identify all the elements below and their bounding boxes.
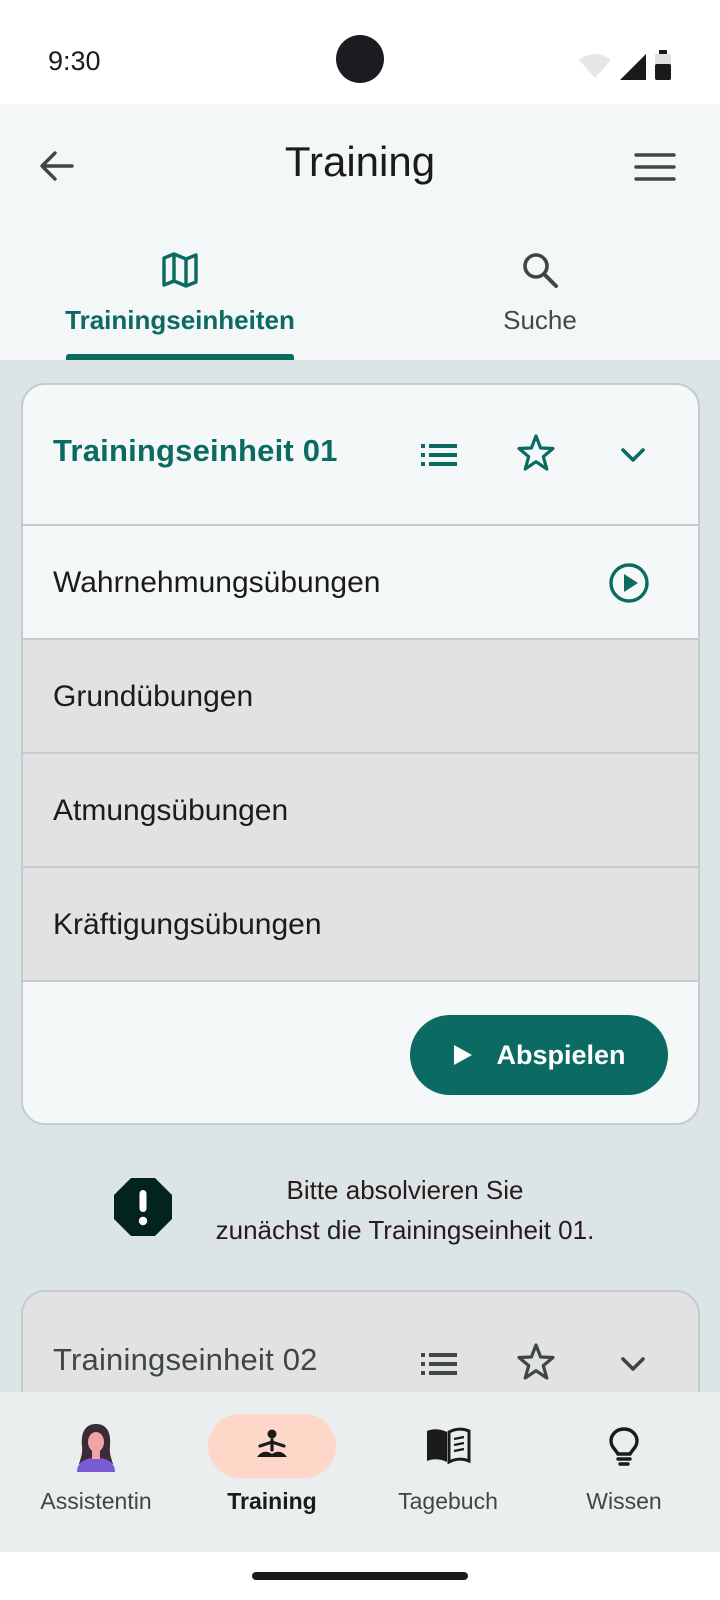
- card-title: Trainingseinheit 02: [53, 1342, 318, 1377]
- training-unit-card: Trainingseinheit 01 Wahrnehmungsübungen …: [21, 383, 700, 1125]
- chevron-down-icon[interactable]: [613, 1344, 653, 1384]
- chevron-down-icon[interactable]: [613, 435, 653, 475]
- list-icon[interactable]: [419, 435, 459, 475]
- status-time: 9:30: [48, 46, 101, 76]
- nav-label: Assistentin: [40, 1488, 152, 1514]
- list-icon[interactable]: [419, 1344, 459, 1384]
- nav-item-tagebuch[interactable]: Tagebuch: [360, 1414, 536, 1515]
- card-footer: Abspielen: [23, 982, 698, 1123]
- assistant-avatar-icon: [77, 1424, 115, 1472]
- nav-pill: [208, 1414, 336, 1478]
- bottom-navigation: Assistentin Training Tagebuch Wissen: [0, 1392, 720, 1552]
- nav-label: Training: [227, 1488, 317, 1514]
- nav-item-assistentin[interactable]: Assistentin: [8, 1414, 184, 1515]
- search-icon: [523, 253, 558, 288]
- exercise-row: Grundübungen: [23, 640, 698, 754]
- play-icon: [454, 1045, 473, 1065]
- gesture-area: [0, 1552, 720, 1600]
- exercise-row[interactable]: Wahrnehmungsübungen: [23, 526, 698, 640]
- exercise-label: Atmungsübungen: [53, 794, 289, 827]
- nav-item-wissen[interactable]: Wissen: [536, 1414, 712, 1515]
- notice-line: zunächst die Trainingseinheit 01.: [215, 1215, 595, 1245]
- tab-suche[interactable]: Suche: [400, 250, 680, 360]
- page-title: Training: [284, 138, 436, 185]
- locked-notice: Bitte absolvieren Sie zunächst die Train…: [0, 1170, 720, 1260]
- home-gesture-bar[interactable]: [252, 1572, 468, 1580]
- notice-text: Bitte absolvieren Sie zunächst die Train…: [190, 1170, 620, 1250]
- tab-label: Suche: [503, 305, 577, 335]
- wifi-icon: [579, 54, 611, 78]
- alert-octagon-icon: [114, 1178, 172, 1236]
- tab-trainingseinheiten[interactable]: Trainingseinheiten: [40, 250, 320, 360]
- exercise-label: Grundübungen: [53, 680, 254, 713]
- nav-pill: [560, 1414, 688, 1478]
- nav-label: Wissen: [586, 1488, 662, 1514]
- star-icon[interactable]: [516, 1342, 556, 1382]
- book-icon: [427, 1427, 471, 1465]
- map-icon: [162, 252, 198, 288]
- nav-label: Tagebuch: [398, 1488, 498, 1514]
- play-circle-icon[interactable]: [608, 562, 650, 604]
- nav-item-training[interactable]: Training: [184, 1414, 360, 1515]
- card-header[interactable]: Trainingseinheit 01: [23, 385, 698, 526]
- status-icons: [578, 50, 672, 80]
- exercise-label: Wahrnehmungsübungen: [53, 566, 381, 599]
- status-bar: 9:30: [0, 0, 720, 104]
- battery-icon: [655, 50, 671, 80]
- menu-icon[interactable]: [634, 150, 676, 184]
- exercise-row: Atmungsübungen: [23, 754, 698, 868]
- meditation-icon: [257, 1429, 287, 1457]
- tab-indicator: [66, 354, 294, 360]
- play-button-label: Abspielen: [496, 1039, 626, 1070]
- star-icon[interactable]: [516, 433, 556, 473]
- nav-pill: [32, 1414, 160, 1478]
- play-button[interactable]: Abspielen: [410, 1015, 668, 1095]
- nav-pill: [384, 1414, 512, 1478]
- signal-icon: [620, 54, 646, 80]
- exercise-row: Kräftigungsübungen: [23, 868, 698, 982]
- card-title: Trainingseinheit 01: [53, 433, 338, 468]
- notice-line: Bitte absolvieren Sie: [286, 1175, 524, 1205]
- tab-label: Trainingseinheiten: [65, 305, 295, 335]
- lightbulb-icon: [609, 1427, 639, 1466]
- camera-cutout: [336, 35, 384, 83]
- exercise-label: Kräftigungsübungen: [53, 908, 322, 941]
